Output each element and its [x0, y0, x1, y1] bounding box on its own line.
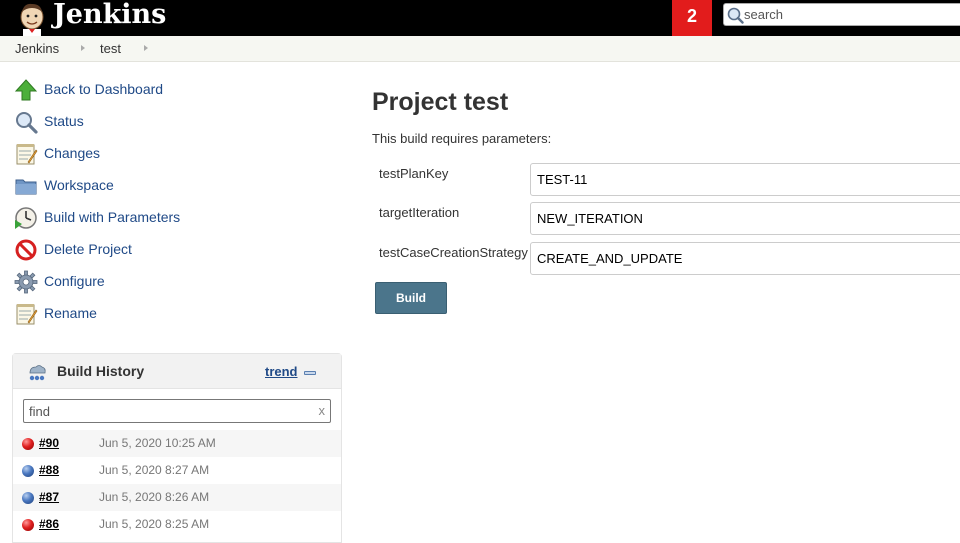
task-label[interactable]: Status	[44, 113, 84, 129]
search-box	[723, 3, 960, 26]
build-filter-input[interactable]	[29, 401, 309, 421]
task-build-with-parameters[interactable]: Build with Parameters	[14, 205, 334, 231]
search-icon	[727, 7, 744, 24]
param-name: testPlanKey	[379, 166, 449, 181]
parameters-description: This build requires parameters:	[372, 131, 552, 146]
up-arrow-icon	[14, 79, 38, 101]
param-test-case-creation-strategy-input[interactable]	[530, 242, 960, 275]
build-history-header: Build History trend	[13, 354, 341, 389]
task-delete-project[interactable]: Delete Project	[14, 237, 334, 263]
task-workspace[interactable]: Workspace	[14, 173, 334, 199]
folder-icon	[15, 179, 37, 195]
build-date: Jun 5, 2020 8:25 AM	[99, 517, 210, 531]
breadcrumb-chevron-icon[interactable]	[144, 45, 148, 51]
build-number-link[interactable]: #88	[39, 463, 59, 477]
success-status-icon	[22, 465, 34, 477]
collapse-icon[interactable]	[304, 371, 316, 375]
param-test-plan-key-input[interactable]	[530, 163, 960, 196]
breadcrumb: Jenkins test	[0, 36, 960, 62]
build-row: #87 Jun 5, 2020 8:26 AM	[13, 484, 341, 511]
task-label[interactable]: Changes	[44, 145, 100, 161]
gear-icon	[14, 270, 38, 294]
build-row: #88 Jun 5, 2020 8:27 AM	[13, 457, 341, 484]
task-changes[interactable]: Changes	[14, 141, 334, 167]
trend-link[interactable]: trend	[265, 364, 298, 379]
param-target-iteration-input[interactable]	[530, 202, 960, 235]
build-history-title: Build History	[57, 363, 145, 379]
failed-status-icon	[22, 519, 34, 531]
notepad-icon	[16, 304, 38, 325]
failed-status-icon	[22, 438, 34, 450]
build-date: Jun 5, 2020 8:27 AM	[99, 463, 210, 477]
task-label[interactable]: Build with Parameters	[44, 209, 180, 225]
param-name: targetIteration	[379, 205, 460, 220]
task-rename[interactable]: Rename	[14, 301, 334, 327]
task-status[interactable]: Status	[14, 109, 334, 135]
brand-name[interactable]: Jenkins	[53, 0, 166, 32]
build-row: #90 Jun 5, 2020 10:25 AM	[13, 430, 341, 457]
breadcrumb-chevron-icon[interactable]	[81, 45, 85, 51]
build-history-panel: Build History trend x #90 Jun 5, 2020 10…	[12, 353, 342, 543]
page-header: Jenkins 2	[0, 0, 960, 36]
clear-filter-icon[interactable]: x	[319, 403, 326, 418]
notepad-icon	[16, 144, 38, 165]
build-button[interactable]: Build	[375, 282, 447, 314]
build-date: Jun 5, 2020 8:26 AM	[99, 490, 210, 504]
magnifier-icon	[16, 112, 38, 134]
clock-icon	[15, 207, 37, 229]
page-title: Project test	[372, 88, 509, 116]
breadcrumb-item-jenkins[interactable]: Jenkins	[15, 41, 59, 56]
build-history-icon	[29, 365, 46, 381]
build-row: #86 Jun 5, 2020 8:25 AM	[13, 511, 341, 538]
task-label[interactable]: Workspace	[44, 177, 114, 193]
task-label[interactable]: Configure	[44, 273, 105, 289]
notification-badge[interactable]: 2	[672, 0, 712, 36]
task-label[interactable]: Delete Project	[44, 241, 132, 257]
build-number-link[interactable]: #86	[39, 517, 59, 531]
jenkins-logo-icon[interactable]	[14, 0, 50, 36]
success-status-icon	[22, 492, 34, 504]
build-number-link[interactable]: #90	[39, 436, 59, 450]
build-date: Jun 5, 2020 10:25 AM	[99, 436, 216, 450]
task-back-to-dashboard[interactable]: Back to Dashboard	[14, 77, 334, 103]
build-number-link[interactable]: #87	[39, 490, 59, 504]
task-label[interactable]: Back to Dashboard	[44, 81, 163, 97]
task-configure[interactable]: Configure	[14, 269, 334, 295]
task-label[interactable]: Rename	[44, 305, 97, 321]
search-input[interactable]	[744, 4, 954, 25]
build-filter-box: x	[23, 399, 331, 423]
breadcrumb-item-test[interactable]: test	[100, 41, 121, 56]
no-entry-icon	[15, 239, 37, 261]
param-name: testCaseCreationStrategy	[379, 245, 528, 260]
